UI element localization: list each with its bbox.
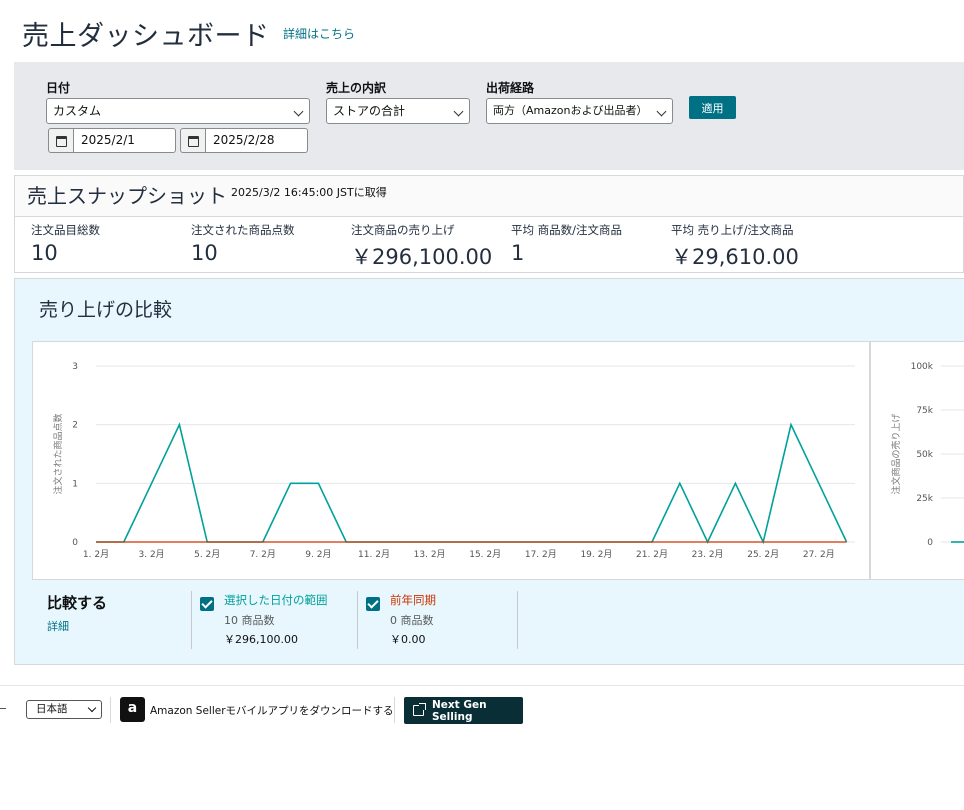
footer-separator bbox=[394, 697, 395, 723]
date-range-value: カスタム bbox=[53, 104, 102, 118]
y-tick-label: 50k bbox=[916, 450, 933, 460]
page-title: 売上ダッシュボード bbox=[22, 21, 270, 52]
y-tick-label: 25k bbox=[916, 494, 933, 504]
chevron-down-icon bbox=[453, 106, 464, 117]
x-tick-label: 17. 2月 bbox=[525, 549, 557, 560]
metric-total-items: 注文品目総数 10 bbox=[31, 223, 100, 265]
chevron-down-icon bbox=[656, 106, 667, 117]
y-tick-label: 0 bbox=[72, 538, 78, 548]
date-range-select[interactable]: カスタム bbox=[46, 98, 310, 124]
end-date-input[interactable]: 2025/2/28 bbox=[205, 128, 308, 153]
external-link-icon bbox=[413, 703, 426, 716]
x-tick-label: 3. 2月 bbox=[139, 549, 165, 560]
y-axis-title: 注文商品の売り上げ bbox=[890, 413, 902, 494]
details-link[interactable]: 詳細はこちら bbox=[283, 25, 355, 42]
x-tick-label: 13. 2月 bbox=[414, 549, 446, 560]
legend-divider bbox=[191, 591, 192, 649]
snapshot-header: 売上スナップショット 2025/3/2 16:45:00 JSTに取得 bbox=[15, 176, 963, 217]
y-tick-label: 100k bbox=[911, 362, 934, 372]
previous-year-checkbox[interactable] bbox=[366, 597, 380, 611]
breakdown-value: ストアの合計 bbox=[333, 104, 406, 118]
y-tick-label: 0 bbox=[927, 538, 933, 548]
sales-chart-svg: 0 25k 50k 75k 100k 注文商品の売り上げ bbox=[890, 362, 964, 548]
language-value: 日本語 bbox=[36, 703, 68, 715]
x-tick-label: 25. 2月 bbox=[747, 549, 779, 560]
channel-label: 出荷経路 bbox=[486, 81, 535, 95]
y-axis-title: 注文された商品点数 bbox=[52, 413, 64, 494]
sales-snapshot: 売上スナップショット 2025/3/2 16:45:00 JSTに取得 注文品目… bbox=[14, 175, 964, 273]
legend-selected-range: 選択した日付の範囲 10 商品数 ￥296,100.00 bbox=[224, 593, 328, 646]
x-tick-label: 1. 2月 bbox=[83, 549, 109, 560]
x-tick-label: 27. 2月 bbox=[803, 549, 835, 560]
x-tick-label: 19. 2月 bbox=[580, 549, 612, 560]
start-calendar-button[interactable] bbox=[48, 128, 74, 153]
x-tick-label: 5. 2月 bbox=[194, 549, 220, 560]
apply-button[interactable]: 適用 bbox=[689, 96, 736, 119]
end-calendar-button[interactable] bbox=[180, 128, 206, 153]
y-tick-label: 1 bbox=[72, 479, 78, 489]
mobile-app-link[interactable]: Amazon Sellerモバイルアプリをダウンロードする bbox=[150, 703, 394, 718]
y-tick-label: 2 bbox=[72, 421, 78, 431]
y-tick-label: 75k bbox=[916, 406, 933, 416]
start-date-input[interactable]: 2025/2/1 bbox=[73, 128, 176, 153]
selected-range-checkbox[interactable] bbox=[200, 597, 214, 611]
x-tick-label: 11. 2月 bbox=[358, 549, 390, 560]
comparison-title: 売り上げの比較 bbox=[39, 299, 173, 321]
metric-ordered-sales: 注文商品の売り上げ ￥296,100.00 bbox=[351, 223, 493, 269]
calendar-icon bbox=[188, 136, 199, 147]
units-chart: 0 1 2 3 1. 2月 3. 2月 5. 2月 7. 2月 9. 2月 11. 2月 13. 2… bbox=[32, 341, 870, 580]
metric-avg-units: 平均 商品数/注文商品 1 bbox=[511, 223, 623, 265]
footer-separator bbox=[110, 697, 111, 723]
breakdown-select[interactable]: ストアの合計 bbox=[326, 98, 470, 124]
amazon-app-icon[interactable]: a bbox=[120, 697, 145, 722]
legend-previous-year: 前年同期 0 商品数 ￥0.00 bbox=[390, 593, 436, 646]
y-tick-label: 3 bbox=[72, 362, 78, 372]
snapshot-title: 売上スナップショット bbox=[27, 184, 227, 208]
calendar-icon bbox=[56, 136, 67, 147]
footer-divider bbox=[0, 685, 964, 686]
x-tick-label: 23. 2月 bbox=[692, 549, 724, 560]
x-tick-label: 21. 2月 bbox=[636, 549, 668, 560]
x-tick-label: 9. 2月 bbox=[305, 549, 331, 560]
next-gen-selling-label: Next Gen Selling bbox=[432, 698, 487, 723]
channel-select[interactable]: 両方（Amazonおよび出品者） bbox=[486, 98, 673, 124]
chevron-down-icon bbox=[87, 703, 97, 713]
compare-details-link[interactable]: 詳細 bbox=[47, 618, 69, 634]
legend-divider bbox=[517, 591, 518, 649]
compare-label: 比較する bbox=[47, 594, 108, 612]
sales-chart: 0 25k 50k 75k 100k 注文商品の売り上げ bbox=[870, 341, 964, 580]
footer-dash bbox=[0, 708, 6, 709]
language-select[interactable]: 日本語 bbox=[26, 700, 102, 719]
units-chart-svg: 0 1 2 3 1. 2月 3. 2月 5. 2月 7. 2月 9. 2月 11. 2月 13. 2… bbox=[52, 362, 855, 560]
filter-panel: 日付 カスタム 2025/2/1 2025/2/28 売上の内訳 ストアの合計 … bbox=[14, 62, 964, 170]
metric-avg-sales: 平均 売り上げ/注文商品 ￥29,610.00 bbox=[671, 223, 799, 269]
chevron-down-icon bbox=[293, 106, 304, 117]
sales-comparison-panel: 売り上げの比較 0 1 2 3 1. 2月 3. 2月 5. 2月 7. 2月 9. 2月 11.… bbox=[14, 278, 964, 665]
start-date-group: 2025/2/1 bbox=[48, 128, 176, 153]
breakdown-label: 売上の内訳 bbox=[326, 81, 387, 95]
metric-units-ordered: 注文された商品点数 10 bbox=[191, 223, 295, 265]
x-tick-label: 7. 2月 bbox=[250, 549, 276, 560]
end-date-group: 2025/2/28 bbox=[180, 128, 308, 153]
date-label: 日付 bbox=[46, 81, 71, 95]
channel-value: 両方（Amazonおよび出品者） bbox=[493, 104, 648, 117]
x-tick-label: 15. 2月 bbox=[469, 549, 501, 560]
next-gen-selling-button[interactable]: Next Gen Selling bbox=[404, 697, 523, 724]
snapshot-timestamp: 2025/3/2 16:45:00 JSTに取得 bbox=[231, 186, 387, 199]
legend-divider bbox=[357, 591, 358, 649]
